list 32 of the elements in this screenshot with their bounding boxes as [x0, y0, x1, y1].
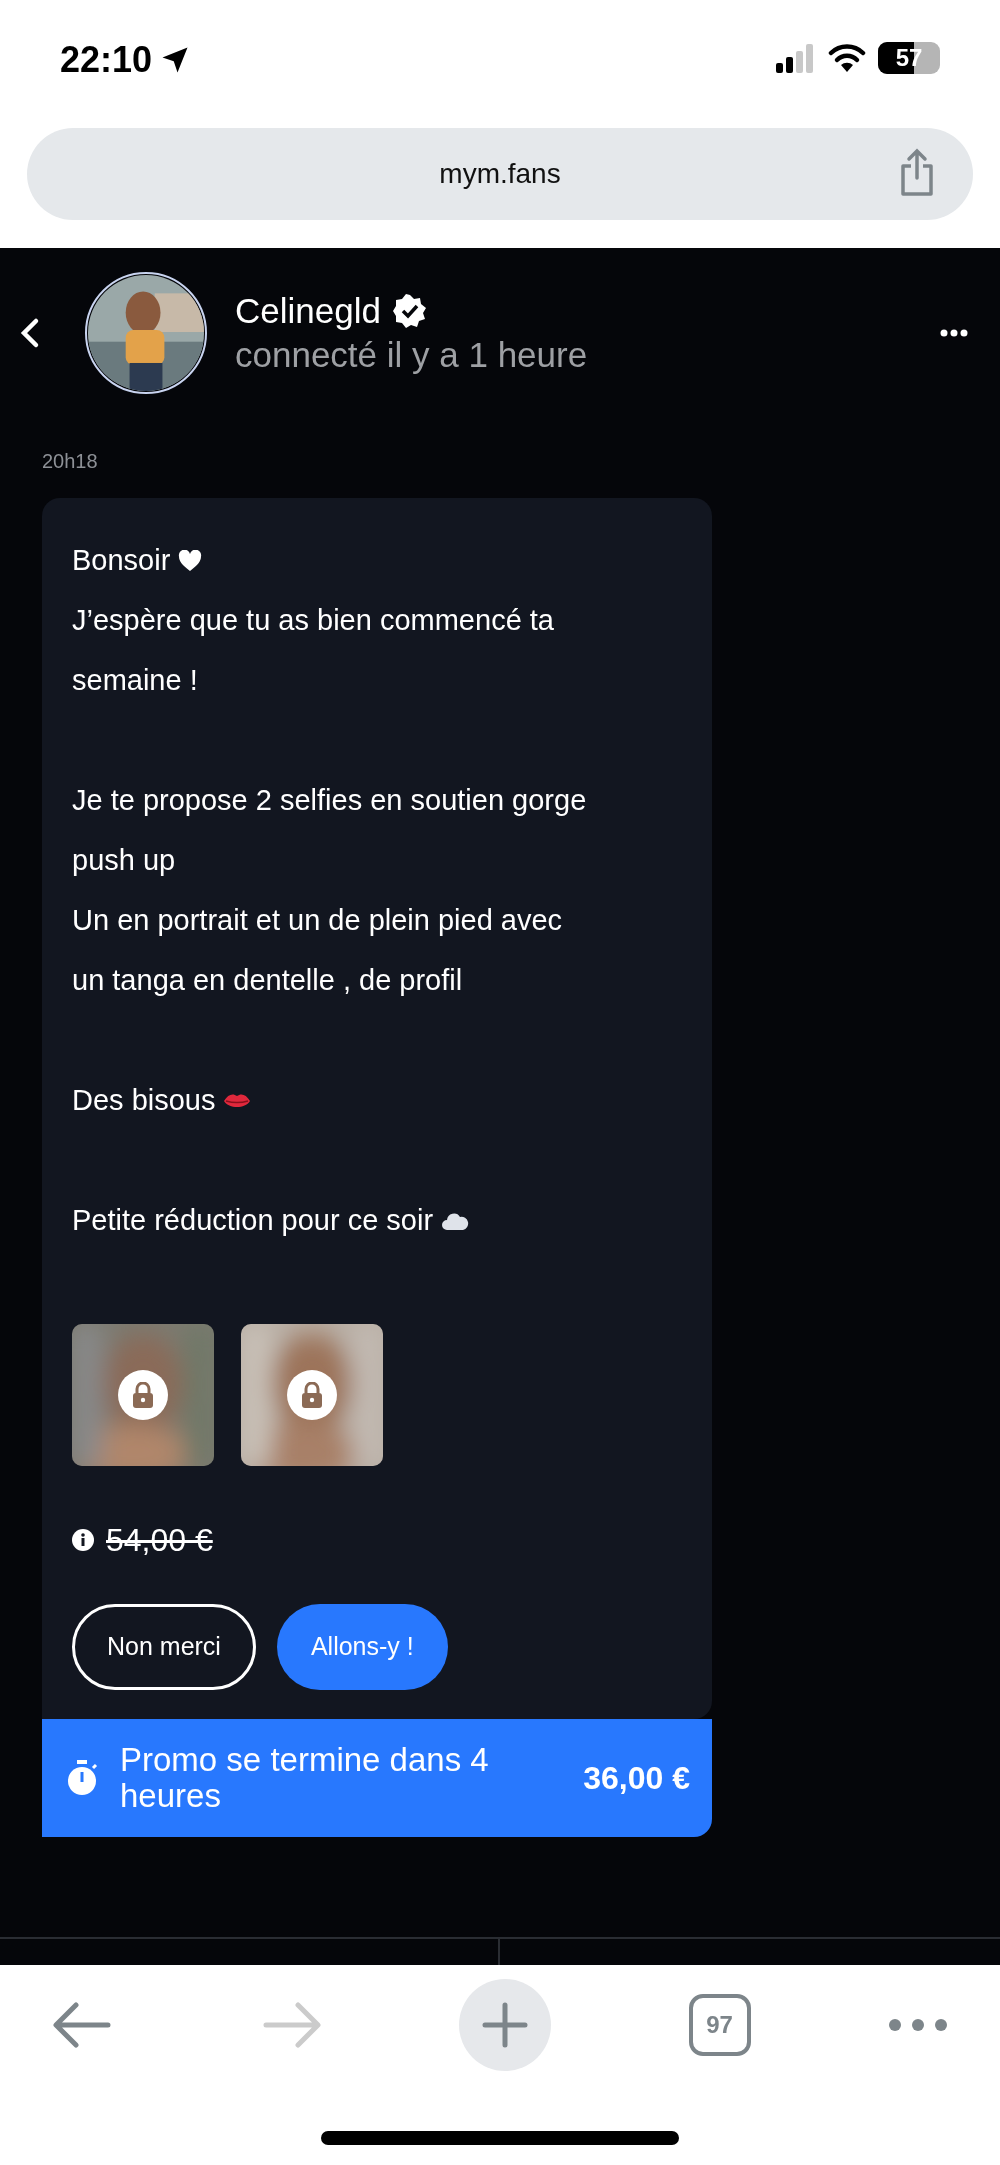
signal-icon [776, 43, 816, 73]
address-bar[interactable]: mym.fans [27, 128, 973, 220]
promo-text: Promo se termine dans 4 heures [120, 1741, 490, 1815]
message-text: Des bisous [72, 1083, 216, 1119]
contact-name: Celinegld [235, 290, 381, 333]
plus-icon [481, 2001, 529, 2049]
more-options-icon[interactable] [940, 329, 968, 337]
original-price: 54,00 € [106, 1521, 213, 1560]
message-text: Bonsoir [72, 543, 171, 579]
wifi-icon [828, 43, 866, 73]
stopwatch-icon [66, 1760, 98, 1796]
url-text: mym.fans [439, 157, 561, 191]
cloud-icon [441, 1211, 470, 1231]
more-menu-icon[interactable] [888, 2018, 948, 2032]
message-text: Petite réduction pour ce soir [72, 1203, 434, 1239]
message-text: un tanga en dentelle , de profil [72, 963, 463, 999]
lips-icon [223, 1092, 252, 1110]
heart-icon [178, 550, 203, 572]
tab-switcher-button[interactable]: 97 [688, 1994, 751, 2056]
back-arrow-icon[interactable] [52, 2001, 112, 2049]
message-text: semaine ! [72, 663, 198, 699]
promo-price: 36,00 € [583, 1759, 690, 1798]
message-text: Je te propose 2 selfies en soutien gorge [72, 783, 587, 819]
info-icon[interactable] [72, 1529, 94, 1551]
accept-button[interactable]: Allons-y ! [276, 1604, 448, 1690]
clock-time: 22:10 [60, 42, 153, 78]
message-text: J’espère que tu as bien commencé ta [72, 603, 554, 639]
message-text: push up [72, 843, 176, 879]
message-time: 20h18 [42, 450, 98, 472]
presence-status: connecté il y a 1 heure [235, 334, 588, 376]
message-text: Un en portrait et un de plein pied avec [72, 903, 563, 939]
decline-button[interactable]: Non merci [72, 1604, 256, 1690]
